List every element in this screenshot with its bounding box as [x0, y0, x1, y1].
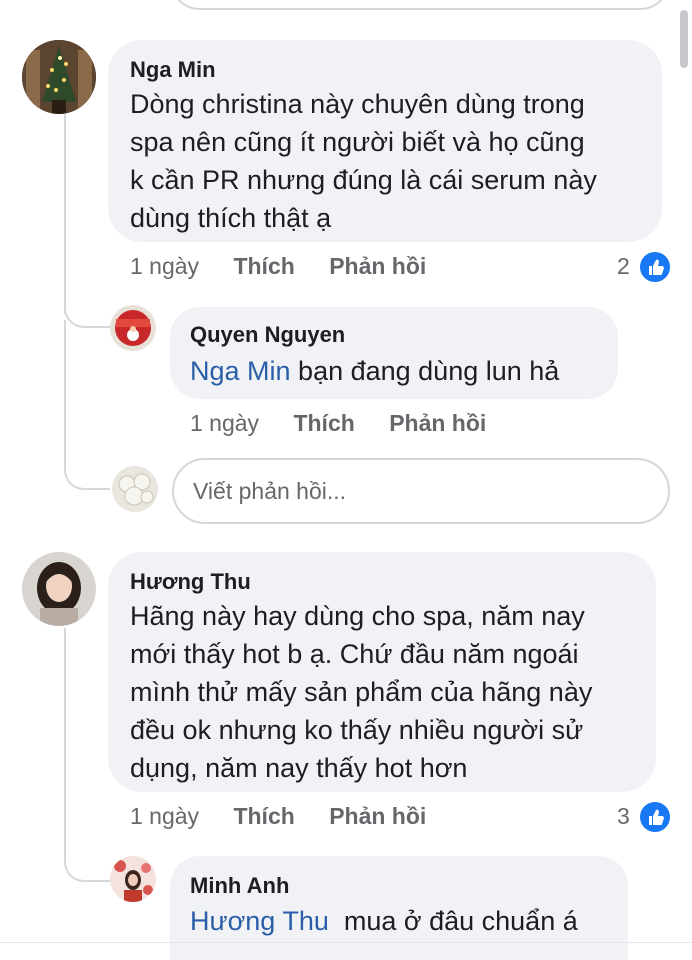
- thread-elbow: [64, 320, 110, 490]
- comment-line: dụng, năm nay thấy hot hơn: [130, 753, 468, 783]
- avatar[interactable]: [110, 305, 156, 351]
- reply-author[interactable]: Quyen Nguyen: [190, 322, 345, 348]
- previous-reply-input[interactable]: [170, 0, 670, 10]
- thread-line: [64, 114, 66, 314]
- like-icon[interactable]: [638, 250, 672, 284]
- comment-line: k cần PR nhưng đúng là cái serum này: [130, 165, 597, 195]
- comment-text: Hãng này hay dùng cho spa, năm nay mới t…: [130, 597, 592, 787]
- reply-button[interactable]: Phản hồi: [389, 410, 486, 436]
- avatar[interactable]: [22, 40, 96, 114]
- like-button[interactable]: Thích: [233, 253, 294, 279]
- comment-time[interactable]: 1 ngày: [130, 803, 199, 829]
- reply-button[interactable]: Phản hồi: [329, 253, 426, 279]
- comment-line: mình thử mấy sản phẩm của hãng này: [130, 677, 593, 707]
- like-icon[interactable]: [638, 800, 672, 834]
- reply-meta: 1 ngày Thích Phản hồi: [190, 410, 486, 437]
- like-button[interactable]: Thích: [233, 803, 294, 829]
- scrollbar[interactable]: [674, 0, 692, 960]
- scrollbar-thumb[interactable]: [680, 10, 688, 68]
- reaction-count[interactable]: 2: [617, 253, 630, 280]
- comment-line: Hãng này hay dùng cho spa, năm nay: [130, 601, 585, 631]
- reply-author[interactable]: Minh Anh: [190, 873, 289, 899]
- bottom-divider: [0, 942, 692, 943]
- comment-line: đều ok nhưng ko thấy nhiều người sử: [130, 715, 584, 745]
- reply-input-placeholder: Viết phản hồi...: [193, 478, 347, 504]
- avatar[interactable]: [110, 856, 156, 902]
- comment-text: Dòng christina này chuyên dùng trong spa…: [130, 85, 597, 237]
- comment-line: Dòng christina này chuyên dùng trong: [130, 89, 585, 119]
- reply-text: Hương Thu mua ở đâu chuẩn á: [190, 902, 578, 940]
- comment-time[interactable]: 1 ngày: [130, 253, 199, 279]
- mention-link[interactable]: Nga Min: [190, 356, 291, 386]
- comment-line: spa nên cũng ít người biết và họ cũng: [130, 127, 585, 157]
- reply-time[interactable]: 1 ngày: [190, 410, 259, 436]
- current-user-avatar: [112, 466, 158, 512]
- reply-text-body: bạn đang dùng lun hả: [290, 356, 560, 386]
- reaction-count[interactable]: 3: [617, 803, 630, 830]
- comment-meta: 1 ngày Thích Phản hồi: [130, 253, 426, 280]
- comment-author[interactable]: Hương Thu: [130, 569, 251, 595]
- like-button[interactable]: Thích: [293, 410, 354, 436]
- comment-line: mới thấy hot b ạ. Chứ đầu năm ngoái: [130, 639, 579, 669]
- thread-line: [64, 628, 66, 858]
- comment-meta: 1 ngày Thích Phản hồi: [130, 803, 426, 830]
- avatar[interactable]: [22, 552, 96, 626]
- thread-elbow: [64, 836, 110, 882]
- mention-link[interactable]: Hương Thu: [190, 906, 329, 936]
- comment-author[interactable]: Nga Min: [130, 57, 216, 83]
- reply-text: Nga Min bạn đang dùng lun hả: [190, 352, 559, 390]
- reply-button[interactable]: Phản hồi: [329, 803, 426, 829]
- comment-line: dùng thích thật ạ: [130, 203, 332, 233]
- reply-text-body: mua ở đâu chuẩn á: [328, 906, 578, 936]
